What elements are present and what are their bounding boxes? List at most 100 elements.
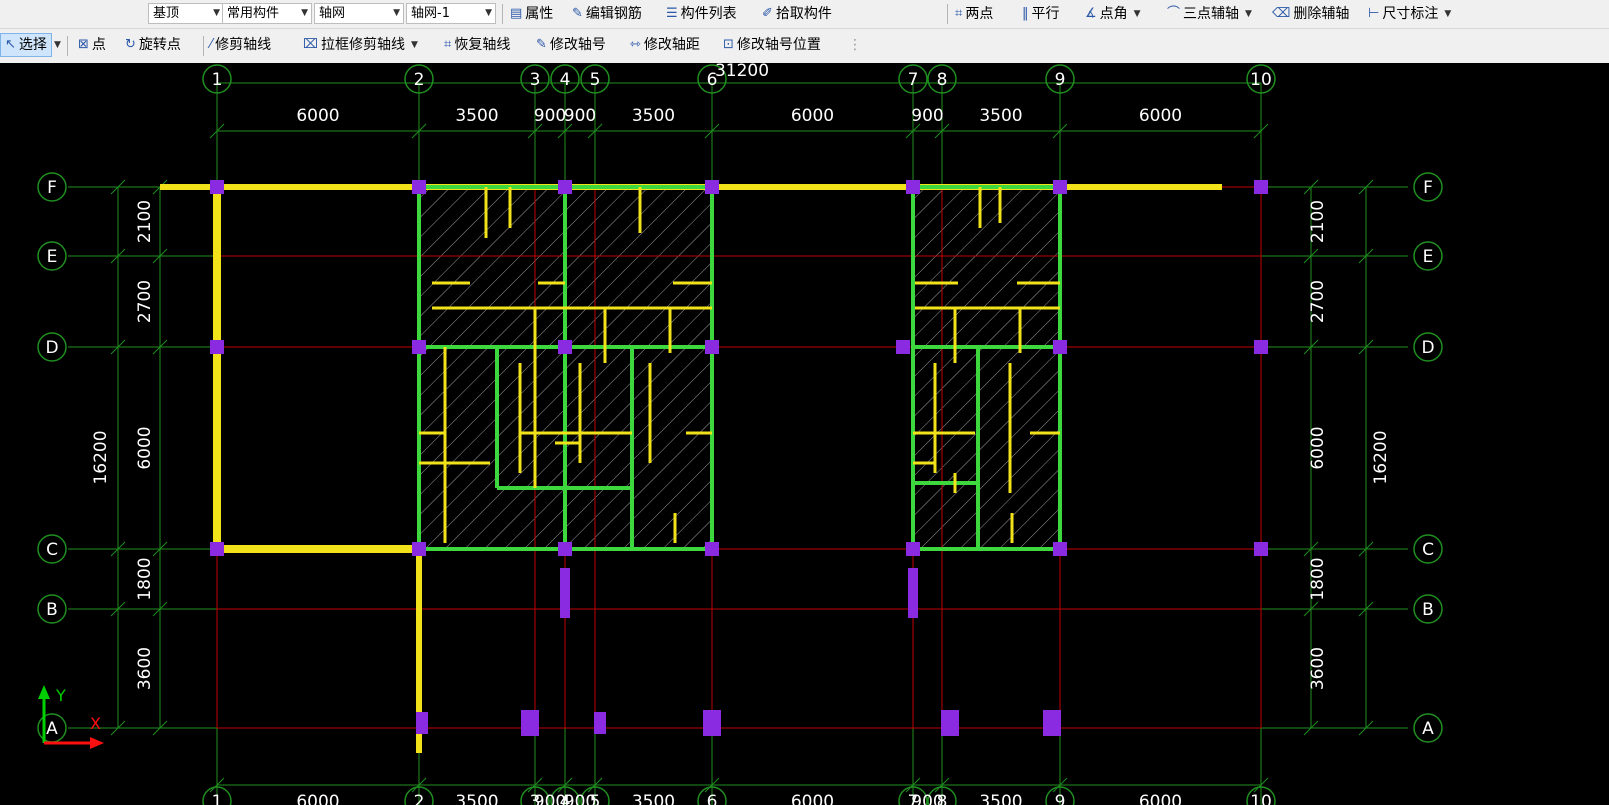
dim-text-bottom: 900	[911, 792, 943, 805]
edit-number-icon: ✎	[536, 37, 547, 52]
three-point-aux-button[interactable]: ⌒ 三点辅轴 ▼	[1167, 2, 1252, 26]
cursor-icon: ↖	[5, 37, 16, 52]
axis-grid-combo[interactable]: 轴网-1 ▼	[406, 3, 496, 24]
point-angle-label: 点角	[1099, 6, 1128, 22]
pick-component-button[interactable]: ✐ 拾取构件	[762, 2, 832, 26]
three-point-aux-icon: ⌒	[1167, 6, 1181, 21]
modify-axis-number-button[interactable]: ✎ 修改轴号	[536, 33, 606, 57]
floor-combo[interactable]: 基顶 ▼	[148, 3, 224, 24]
column	[1053, 340, 1067, 354]
component-type-value: 常用构件	[227, 6, 280, 21]
axis-grid-value: 轴网-1	[411, 6, 450, 21]
dim-text-top: 900	[534, 106, 566, 126]
category-combo[interactable]: 轴网 ▼	[314, 3, 404, 24]
ucs-y-label: Y	[55, 686, 66, 705]
column	[1053, 542, 1067, 556]
select-button[interactable]: ↖ 选择	[0, 33, 52, 57]
column	[1043, 710, 1061, 736]
toolbar-grip-icon[interactable]: ⋮	[848, 33, 862, 57]
edit-rebar-button[interactable]: ✎ 编辑钢筋	[572, 2, 642, 26]
dim-text-bottom: 3500	[455, 792, 498, 805]
rebar-pen-icon: ✎	[572, 6, 583, 21]
restore-axis-label: 恢复轴线	[454, 37, 511, 53]
pick-component-label: 拾取构件	[775, 6, 832, 22]
axis-bubble-top: 3	[530, 70, 541, 90]
rotate-point-label: 旋转点	[138, 37, 181, 53]
chevron-down-icon[interactable]: ▼	[1444, 2, 1451, 26]
chevron-down-icon[interactable]: ▼	[1245, 2, 1252, 26]
chevron-down-icon: ▼	[213, 8, 220, 18]
ucs-x-arrow-icon	[90, 737, 104, 749]
axis-bubble-right: C	[1422, 540, 1434, 560]
axis-bubble-top: 10	[1250, 70, 1272, 90]
point-label: 点	[91, 37, 106, 53]
dimension-lines	[68, 82, 1408, 805]
modify-axis-number-position-button[interactable]: ⊡ 修改轴号位置	[723, 33, 821, 57]
axis-bubble-right: D	[1421, 338, 1434, 358]
two-point-axis-icon: ⌗	[955, 6, 963, 21]
column	[941, 710, 959, 736]
dimension-button[interactable]: ⊢ 尺寸标注 ▼	[1368, 2, 1451, 26]
box-trim-axis-button[interactable]: ⌧ 拉框修剪轴线 ▼	[303, 33, 418, 57]
cad-drawing[interactable]: 1122334455667788991010F FE ED DC CB BA A6000 35…	[0, 63, 1609, 805]
category-value: 轴网	[319, 6, 346, 21]
axis-bubble-top: 1	[212, 70, 223, 90]
rotate-point-button[interactable]: ↻ 旋转点	[125, 33, 181, 57]
select-dropdown[interactable]: ▼	[51, 33, 61, 57]
axis-bubble-left: F	[47, 178, 57, 198]
dim-text-bottom: 6000	[296, 792, 339, 805]
toolbar-axis-edit: ↖ 选择 ▼ ⊠ 点 ↻ 旋转点 ⁄ 修剪轴线 ⌧ 拉框修剪轴线 ▼ ⌗ 恢复轴线 ✎ 修改轴号…	[0, 29, 1609, 63]
trim-axis-button[interactable]: ⁄ 修剪轴线	[210, 33, 271, 57]
column	[1053, 180, 1067, 194]
column	[558, 542, 572, 556]
dim-text-bottom: 3500	[979, 792, 1022, 805]
column	[1254, 180, 1268, 194]
axis-bubble-top: 8	[937, 70, 948, 90]
properties-icon: ▤	[510, 6, 523, 21]
properties-button[interactable]: ▤ 属性	[510, 2, 553, 26]
column	[594, 712, 606, 734]
column	[210, 340, 224, 354]
dim-text-top: 6000	[791, 106, 834, 126]
dim-text-right: 1800	[1308, 557, 1328, 600]
column	[1254, 340, 1268, 354]
dim-text-left: 1800	[135, 557, 155, 600]
box-trim-icon: ⌧	[303, 37, 318, 52]
component-list-button[interactable]: ☰ 构件列表	[666, 2, 737, 26]
axis-bubble-left: D	[45, 338, 58, 358]
toolbar-top: 基顶 ▼ 常用构件 ▼ 轴网 ▼ 轴网-1 ▼ ▤ 属性 ✎ 编辑钢筋 ☰ 构件列表 ✐ 拾取构…	[0, 0, 1609, 29]
column	[906, 180, 920, 194]
dim-text-bottom: 6000	[791, 792, 834, 805]
column	[705, 542, 719, 556]
toolbar-separator	[67, 36, 68, 56]
column	[560, 568, 570, 618]
edit-spacing-icon: ⇿	[630, 37, 641, 52]
ucs-indicator: YX	[38, 685, 104, 749]
dim-text-top: 3500	[979, 106, 1022, 126]
dim-text-right: 3600	[1308, 647, 1328, 690]
column	[412, 180, 426, 194]
dim-text-bottom: 900	[564, 792, 596, 805]
axis-bubble-top: 2	[414, 70, 425, 90]
modify-axis-spacing-button[interactable]: ⇿ 修改轴距	[630, 33, 700, 57]
floor-combo-value: 基顶	[153, 6, 180, 21]
two-points-button[interactable]: ⌗ 两点	[955, 2, 993, 26]
column	[558, 180, 572, 194]
component-type-combo[interactable]: 常用构件 ▼	[222, 3, 312, 24]
dimension-icon: ⊢	[1368, 6, 1380, 21]
restore-axis-icon: ⌗	[444, 37, 452, 52]
point-button[interactable]: ⊠ 点	[78, 33, 106, 57]
properties-label: 属性	[525, 6, 554, 22]
chevron-down-icon[interactable]: ▼	[411, 33, 418, 57]
parallel-button[interactable]: ‖ 平行	[1022, 2, 1060, 26]
delete-aux-button[interactable]: ⌫ 删除辅轴	[1272, 2, 1349, 26]
chevron-down-icon: ▼	[301, 8, 308, 18]
point-angle-button[interactable]: ∡ 点角 ▼	[1085, 2, 1141, 26]
chevron-down-icon[interactable]: ▼	[1134, 2, 1141, 26]
trim-axis-label: 修剪轴线	[215, 37, 272, 53]
drawing-canvas[interactable]: 1 1 2 2 3 3 4 4 5 5 6 6 7 7 8 8 9 9 10 10 F F E E D D C C B B A A 6000 35…	[0, 63, 1609, 805]
axis-bubble-right: F	[1423, 178, 1433, 198]
axis-bubble-top: 5	[590, 70, 601, 90]
restore-axis-button[interactable]: ⌗ 恢复轴线	[444, 33, 510, 57]
column	[210, 180, 224, 194]
